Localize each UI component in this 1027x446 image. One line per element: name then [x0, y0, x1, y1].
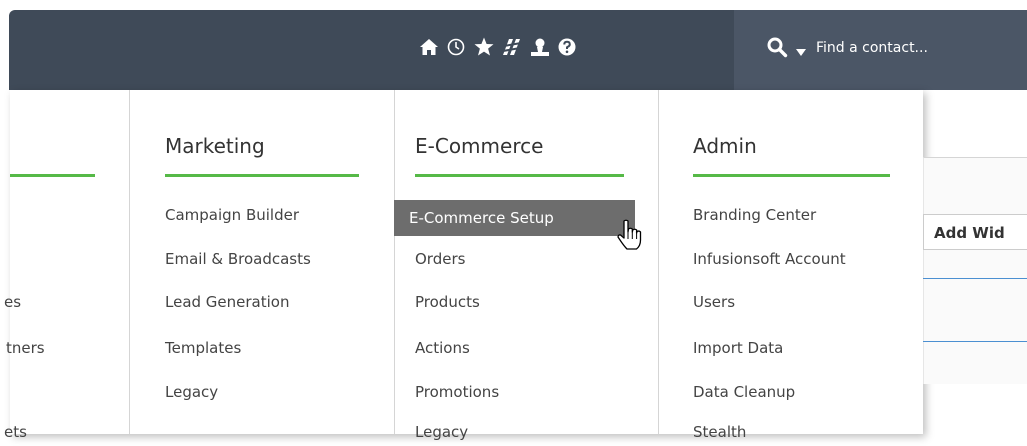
menu-item-actions[interactable]: Actions: [409, 334, 470, 362]
search-input[interactable]: [812, 34, 1027, 62]
menu-item-import-data[interactable]: Import Data: [687, 334, 783, 362]
marketing-heading: Marketing: [165, 134, 265, 158]
add-widget-button[interactable]: Add Wid: [923, 214, 1027, 250]
chevron-down-icon[interactable]: [796, 42, 806, 61]
home-icon[interactable]: [417, 35, 441, 59]
menu-item-infusionsoft-account[interactable]: Infusionsoft Account: [687, 245, 846, 273]
menu-item-email-broadcasts[interactable]: Email & Broadcasts: [159, 245, 311, 273]
user-icon[interactable]: [528, 35, 552, 59]
mega-menu: es tners ets Marketing Campaign Builder …: [4, 90, 923, 441]
menu-item-branding-center[interactable]: Branding Center: [687, 201, 816, 229]
column-underline: [10, 174, 95, 177]
column-underline: [165, 174, 359, 177]
menu-item-data-cleanup[interactable]: Data Cleanup: [687, 378, 795, 406]
hand-cursor-icon: [616, 219, 644, 255]
help-icon[interactable]: [555, 35, 579, 59]
menu-item-lead-generation[interactable]: Lead Generation: [159, 288, 289, 316]
menu-item-products[interactable]: Products: [409, 288, 480, 316]
menu-item-campaign-builder[interactable]: Campaign Builder: [159, 201, 299, 229]
menu-item-stealth[interactable]: Stealth: [687, 418, 746, 446]
menu-item-orders[interactable]: Orders: [409, 245, 465, 273]
menu-item-users[interactable]: Users: [687, 288, 735, 316]
column-underline: [693, 174, 890, 177]
column-underline: [415, 174, 624, 177]
ecommerce-heading: E-Commerce: [415, 134, 544, 158]
search-icon[interactable]: [766, 36, 788, 62]
menu-item-promotions[interactable]: Promotions: [409, 378, 499, 406]
menu-item-ecommerce-setup[interactable]: E-Commerce Setup: [394, 200, 635, 236]
menu-item-legacy-ecommerce[interactable]: Legacy: [409, 418, 468, 446]
divider: [923, 341, 1027, 342]
favorites-icon[interactable]: [472, 35, 496, 59]
column-divider: [394, 90, 395, 434]
dashboard-widget-panel: [923, 157, 1027, 384]
menu-item[interactable]: es: [0, 288, 21, 316]
menu-item[interactable]: tners: [0, 334, 45, 362]
admin-heading: Admin: [693, 134, 757, 158]
recent-icon[interactable]: [444, 35, 468, 59]
menu-item[interactable]: ets: [0, 418, 27, 446]
column-divider: [129, 90, 130, 434]
divider: [923, 278, 1027, 279]
column-divider: [658, 90, 659, 434]
menu-item-templates[interactable]: Templates: [159, 334, 241, 362]
menu-item-legacy[interactable]: Legacy: [159, 378, 218, 406]
news-icon[interactable]: [500, 35, 524, 59]
